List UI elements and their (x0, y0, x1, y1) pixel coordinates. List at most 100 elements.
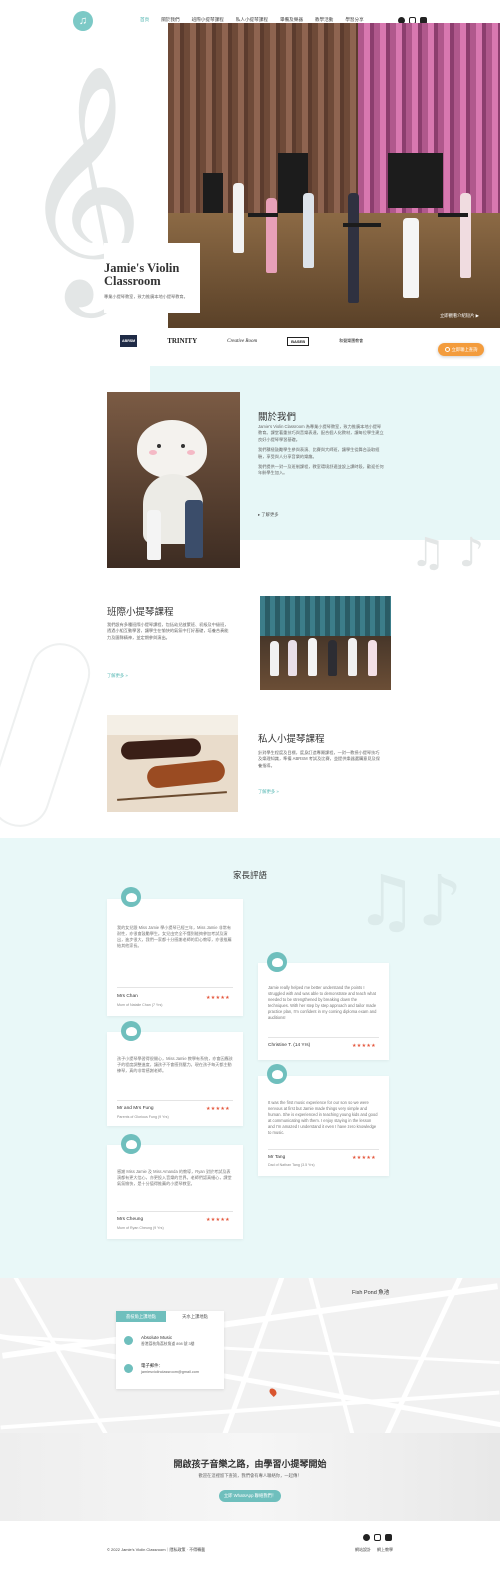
instagram-icon[interactable] (374, 1534, 381, 1541)
footer-social (363, 1534, 392, 1541)
testimonial-text: 感謝 Miss Jamie 及 Miss Amanda 的教導，Ryan 對於考… (117, 1169, 232, 1186)
testimonial-card: 感謝 Miss Jamie 及 Miss Amanda 的教導，Ryan 對於考… (107, 1145, 243, 1239)
site-logo[interactable]: ♫ (73, 11, 93, 31)
about-photo (107, 392, 240, 568)
child (185, 500, 203, 558)
avatar (121, 887, 141, 907)
partner-logo: 和聲樂團教會 (339, 338, 364, 343)
testimonial-name: Christine T. (14 Yrs) (268, 1043, 311, 1048)
speaker (203, 173, 223, 213)
video-link[interactable]: 立即觀看介紹短片 ▶ (440, 313, 479, 319)
group-class-photo (260, 596, 391, 690)
child-violinist (403, 218, 419, 298)
testimonial-card: 孩子小提琴學習得很開心，Miss Jamie 教學有系統，亦會因應孩子的程度調整… (107, 1032, 243, 1126)
testimonial-name: Mr Tang (268, 1155, 286, 1160)
about-more-label: 了解更多 (261, 512, 279, 517)
child (147, 510, 161, 560)
nav-item-home[interactable]: 首頁 (140, 17, 149, 23)
testimonial-card: Jamie really helped me better understand… (258, 963, 389, 1060)
stage-floor (168, 213, 500, 328)
mascot-head (137, 420, 207, 478)
child-violinist (460, 193, 471, 278)
testimonial-card: It was the first music experience for ou… (258, 1076, 389, 1176)
location-pin-icon (124, 1336, 133, 1345)
avatar (267, 952, 287, 972)
child-violinist (303, 193, 314, 268)
testimonial-name: Mrs Chan (117, 994, 138, 999)
star-rating: ★★★★★ (352, 1043, 376, 1049)
partner-logos: ABRSM TRINITY Creative Room BASEB 和聲樂團教會 (120, 335, 363, 347)
child-violinist (233, 183, 244, 253)
testimonial-role: Parents of Glorious Fung (9 Yrs) (117, 1115, 169, 1119)
testimonial-text: 我的女兒跟 Miss Jamie 學小提琴已經三年，Miss Jamie 非常有… (117, 925, 232, 948)
address-title: Absolute Music (141, 1335, 173, 1340)
testimonial-text: 孩子小提琴學習得很開心，Miss Jamie 教學有系統，亦會因應孩子的程度調整… (117, 1056, 233, 1073)
private-class-photo (107, 715, 238, 812)
music-notes-decoration-icon: ♫ ♪ (410, 530, 485, 576)
whatsapp-button-label: 立即聯上查詢 (451, 346, 478, 352)
hero-subtitle: 專業小提琴教室，致力推廣本地小提琴教育。 (104, 294, 188, 299)
star-rating: ★★★★★ (352, 1155, 376, 1161)
star-rating: ★★★★★ (206, 1217, 230, 1223)
child-violinist (348, 193, 359, 303)
group-class-more-link[interactable]: 了解更多 » (107, 673, 128, 679)
testimonial-text: It was the first music experience for ou… (268, 1100, 378, 1135)
cta-whatsapp-button[interactable]: 立即 WhatsApp 聯絡我們！ (219, 1490, 281, 1502)
whatsapp-button[interactable]: 立即聯上查詢 (438, 343, 484, 356)
avatar (121, 1021, 141, 1041)
email-icon (124, 1364, 133, 1373)
private-class-more-link[interactable]: 了解更多 » (258, 789, 279, 795)
about-paragraph: Jamie's Violin Classroom 為專業小提琴教室，致力推廣本地… (258, 424, 384, 442)
testimonial-card: 我的女兒跟 Miss Jamie 學小提琴已經三年，Miss Jamie 非常有… (107, 899, 243, 1016)
location-map[interactable]: Fish Pond 魚池 (0, 1278, 500, 1433)
about-more-link[interactable]: ▸ 了解更多 (258, 512, 279, 518)
testimonial-role: Mum of Natalie Chan (7 Yrs) (117, 1003, 163, 1007)
about-paragraph: 我們提供一對一及班制課程，教室環境舒適並設上課時段，歡迎任何年齡學生加入。 (258, 464, 384, 476)
testimonial-role: Dad of Nathan Tang (3.5 Yrs) (268, 1163, 315, 1167)
testimonial-role: Mum of Ryan Cheung (9 Yrs) (117, 1226, 164, 1230)
partner-logo: ABRSM (120, 335, 138, 347)
testimonial-text: Jamie really helped me better understand… (268, 985, 377, 1020)
hero-title: Jamie's Violin Classroom (104, 261, 180, 288)
footer-link[interactable]: 網上教學 (377, 1547, 393, 1553)
avatar (121, 1134, 141, 1154)
music-stand (438, 213, 468, 217)
private-class-body: 針對學生程度及目標，度身訂造專屬課程，一對一教授小提琴技巧及樂理知識，準備 AB… (258, 750, 380, 768)
testimonial-name: Mr and Mrs Fung (117, 1106, 154, 1111)
cta-subtitle: 歡迎在這裡留下查詢，我們會有專人聯絡你，一起傳！ (198, 1473, 302, 1478)
footer-link[interactable]: 網站設計 (355, 1547, 371, 1553)
email-label: 電子郵件： (141, 1363, 163, 1368)
whatsapp-icon (444, 347, 450, 352)
address-lines: 香港荔枝角荔枝角道 898 號 3樓 (141, 1342, 195, 1346)
map-label: Fish Pond 魚池 (352, 1290, 390, 1296)
star-rating: ★★★★★ (206, 1106, 230, 1112)
partner-logo: BASEB (287, 336, 310, 346)
cta-title: 開啟孩子音樂之路，由學習小提琴開始 (173, 1459, 327, 1469)
avatar (267, 1064, 287, 1084)
email-link[interactable]: jamiesviolinclassroom@gmail.com (141, 1370, 199, 1374)
hero-photo (168, 23, 500, 328)
about-title: 關於我們 (258, 412, 297, 423)
map-pin-icon[interactable] (268, 1387, 278, 1397)
about-body: Jamie's Violin Classroom 為專業小提琴教室，致力推廣本地… (258, 424, 384, 477)
footer-links: 網站設計 網上教學 (355, 1547, 393, 1553)
private-class-title: 私人小提琴課程 (258, 734, 325, 745)
music-stand (343, 223, 381, 227)
group-class-title: 班際小提琴課程 (107, 607, 174, 618)
youtube-icon[interactable] (385, 1534, 392, 1541)
testimonials-title: 家長評語 (232, 870, 267, 880)
speaker (388, 153, 443, 208)
partner-logo: Creative Room (227, 338, 258, 344)
partner-logo: TRINITY (167, 337, 198, 345)
testimonial-name: Mrs Cheung (117, 1217, 144, 1222)
facebook-icon[interactable] (363, 1534, 370, 1541)
group-class-body: 我們設有多種班際小提琴課程，包括幼兒啟蒙班、初級及中級班，透過小組互動學習，讓學… (107, 622, 229, 640)
star-rating: ★★★★★ (206, 995, 230, 1001)
location-card: 荔枝角上課地點 天水上課地點 Absolute Music 香港荔枝角荔枝角道 … (116, 1311, 224, 1389)
tab-location-2[interactable]: 天水上課地點 (166, 1311, 224, 1322)
violin-decoration-icon (0, 635, 98, 835)
child-violinist (266, 198, 277, 273)
tab-location-1[interactable]: 荔枝角上課地點 (116, 1311, 166, 1322)
about-paragraph: 我們積極鼓勵學生參與表演、比賽與大師班，讓學生從舞台汲取經驗，享受與人分享音樂的… (258, 447, 380, 459)
footer-copyright: © 2022 Jamie's Violin Classroom｜隱私政策 · 不… (107, 1547, 206, 1552)
